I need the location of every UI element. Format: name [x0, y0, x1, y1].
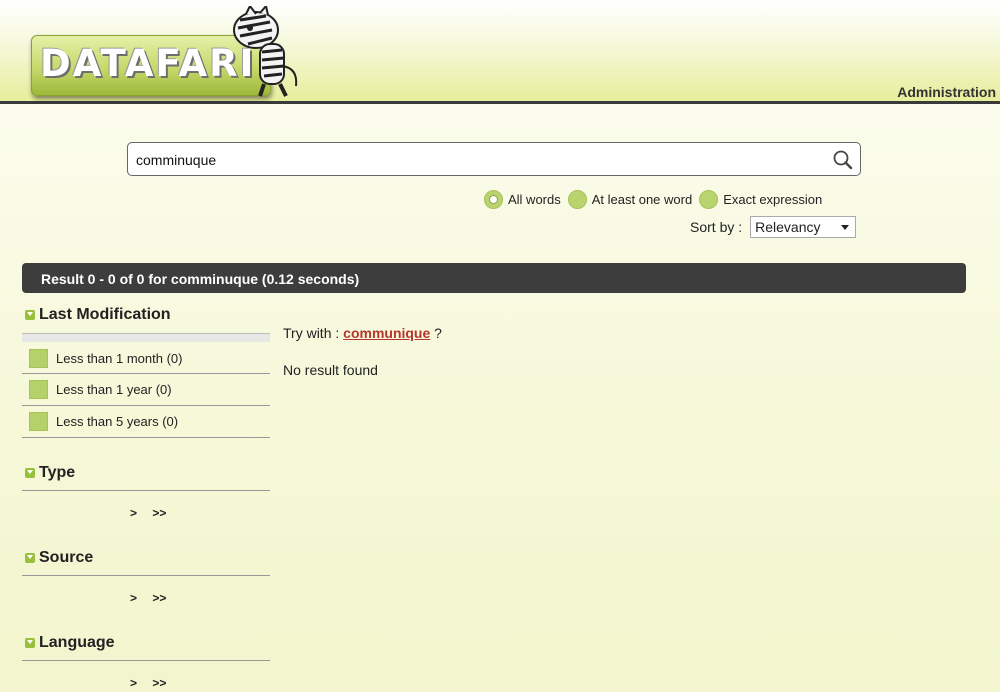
sort-select[interactable]: Relevancy: [750, 216, 857, 238]
sort-value: Relevancy: [755, 219, 821, 235]
radio-at-least-one-word[interactable]: [567, 189, 587, 209]
radio-exact-expression[interactable]: [699, 189, 719, 209]
chevron-down-icon: [841, 224, 850, 230]
facet-divider: [22, 333, 270, 342]
search-box: [127, 142, 861, 176]
facet-item-label: Less than 5 years (0): [56, 413, 179, 429]
collapse-toggle-icon[interactable]: [25, 468, 35, 478]
try-with-prefix: Try with :: [283, 325, 340, 341]
divider: [22, 660, 270, 661]
collapse-toggle-icon[interactable]: [25, 310, 35, 320]
administration-link[interactable]: Administration: [897, 84, 996, 100]
facet-pager-language: > >>: [130, 676, 178, 690]
divider: [22, 437, 270, 438]
facet-label: Source: [39, 549, 94, 566]
facet-checkbox[interactable]: [29, 348, 48, 368]
radio-label-all-words: All words: [508, 191, 561, 207]
collapse-toggle-icon[interactable]: [25, 553, 35, 563]
facet-title-language[interactable]: Language: [25, 634, 115, 652]
pager-next[interactable]: >: [130, 676, 137, 690]
suggestion-link[interactable]: communique: [343, 325, 430, 341]
facet-item-label: Less than 1 month (0): [56, 350, 183, 366]
sort-row: Sort by : Relevancy: [690, 216, 857, 238]
logo-text: DATAFARI: [40, 42, 256, 85]
facet-label: Last Modification: [39, 306, 171, 323]
facet-title-type[interactable]: Type: [25, 464, 75, 482]
pager-last[interactable]: >>: [152, 676, 166, 690]
radio-label-at-least-one-word: At least one word: [591, 191, 693, 207]
facet-title-last-modification[interactable]: Last Modification: [25, 306, 171, 324]
radio-all-words[interactable]: [484, 189, 503, 209]
search-input[interactable]: [134, 150, 818, 170]
divider: [22, 373, 270, 374]
facet-item-less-than-5-years[interactable]: Less than 5 years (0): [29, 411, 178, 431]
spell-suggestion: Try with : communique ?: [283, 325, 442, 341]
facet-pager-type: > >>: [130, 506, 178, 520]
divider: [22, 575, 270, 576]
try-with-suffix: ?: [434, 325, 442, 341]
pager-last[interactable]: >>: [152, 591, 166, 605]
no-result-message: No result found: [283, 362, 378, 378]
zebra-mascot-icon: [233, 6, 298, 97]
facet-checkbox[interactable]: [29, 411, 48, 431]
header: DATAFARI Administration: [0, 0, 1000, 104]
sort-label: Sort by :: [690, 219, 743, 235]
facet-item-less-than-1-year[interactable]: Less than 1 year (0): [29, 379, 172, 399]
collapse-toggle-icon[interactable]: [25, 638, 35, 648]
divider: [22, 405, 270, 406]
facet-label: Language: [39, 634, 115, 651]
radio-label-exact-expression: Exact expression: [723, 191, 823, 207]
facet-item-label: Less than 1 year (0): [56, 381, 172, 397]
facet-pager-source: > >>: [130, 591, 178, 605]
pager-next[interactable]: >: [130, 506, 137, 520]
pager-last[interactable]: >>: [152, 506, 166, 520]
pager-next[interactable]: >: [130, 591, 137, 605]
facet-checkbox[interactable]: [29, 379, 48, 399]
results-summary-bar: Result 0 - 0 of 0 for comminuque (0.12 s…: [22, 263, 966, 293]
facet-label: Type: [39, 464, 76, 481]
facet-title-source[interactable]: Source: [25, 549, 93, 567]
facet-item-less-than-1-month[interactable]: Less than 1 month (0): [29, 348, 182, 368]
results-summary: Result 0 - 0 of 0 for comminuque (0.12 s…: [41, 271, 360, 287]
search-icon[interactable]: [832, 149, 854, 171]
divider: [22, 490, 270, 491]
match-options: All words At least one word Exact expres…: [484, 189, 822, 209]
